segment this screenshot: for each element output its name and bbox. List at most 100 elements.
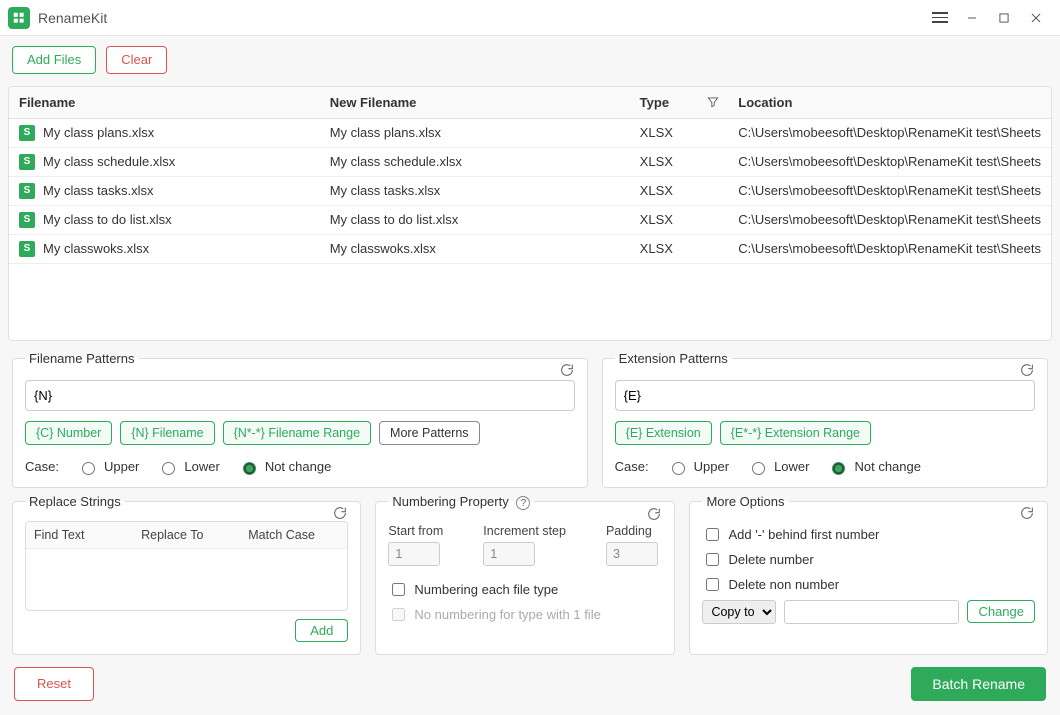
table-row[interactable]: My class tasks.xlsxMy class tasks.xlsxXL… — [9, 176, 1051, 205]
extension-case-lower[interactable]: Lower — [747, 459, 809, 475]
numbering-legend: Numbering Property ? — [388, 494, 534, 511]
col-type-label: Type — [640, 95, 669, 110]
col-filename[interactable]: Filename — [9, 87, 320, 119]
refresh-icon — [646, 506, 662, 522]
minimize-icon — [965, 11, 979, 25]
replace-refresh[interactable] — [332, 505, 350, 523]
app-title: RenameKit — [38, 10, 107, 26]
replace-table: Find Text Replace To Match Case — [25, 521, 348, 611]
padding-label: Padding — [606, 524, 658, 538]
maximize-button[interactable] — [988, 0, 1020, 36]
app-icon — [8, 7, 30, 29]
spreadsheet-icon — [19, 212, 35, 228]
replace-strings-panel: Replace Strings Find Text Replace To Mat… — [12, 494, 361, 656]
extension-patterns-refresh[interactable] — [1019, 362, 1037, 380]
replace-add-button[interactable]: Add — [295, 619, 348, 643]
chip-filename-range[interactable]: {N*-*} Filename Range — [223, 421, 371, 445]
filter-icon[interactable] — [706, 95, 720, 112]
cell-new-filename: My class plans.xlsx — [320, 118, 630, 147]
extension-case-upper[interactable]: Upper — [667, 459, 729, 475]
extension-patterns-panel: Extension Patterns {E} Extension {E*-*} … — [602, 351, 1048, 488]
copy-to-path[interactable] — [784, 600, 959, 624]
cell-new-filename: My class tasks.xlsx — [320, 176, 630, 205]
extension-case-row: Case: Upper Lower Not change — [615, 459, 1035, 475]
filename-patterns-refresh[interactable] — [559, 362, 577, 380]
opt-delete-number[interactable]: Delete number — [702, 550, 1035, 569]
col-new-filename[interactable]: New Filename — [320, 87, 630, 119]
more-refresh[interactable] — [1019, 505, 1037, 523]
file-table: Filename New Filename Type Location My c… — [8, 86, 1052, 341]
filename-pattern-input[interactable] — [25, 380, 575, 411]
reset-button[interactable]: Reset — [14, 667, 94, 701]
copy-to-select[interactable]: Copy to — [702, 600, 776, 624]
cell-filename: My class to do list.xlsx — [43, 212, 172, 227]
cell-new-filename: My class to do list.xlsx — [320, 205, 630, 234]
more-options-panel: More Options Add '-' behind first number… — [689, 494, 1048, 656]
batch-rename-button[interactable]: Batch Rename — [911, 667, 1046, 701]
increment-input[interactable] — [483, 542, 535, 566]
cell-location: C:\Users\mobeesoft\Desktop\RenameKit tes… — [728, 234, 1051, 263]
help-icon[interactable]: ? — [516, 496, 530, 510]
maximize-icon — [997, 11, 1011, 25]
filename-case-notchange[interactable]: Not change — [238, 459, 332, 475]
menu-button[interactable] — [924, 0, 956, 36]
spreadsheet-icon — [19, 154, 35, 170]
table-row[interactable]: My classwoks.xlsxMy classwoks.xlsxXLSXC:… — [9, 234, 1051, 263]
close-icon — [1029, 11, 1043, 25]
numbering-panel: Numbering Property ? Start from Incremen… — [375, 494, 675, 656]
filename-patterns-legend: Filename Patterns — [25, 351, 139, 366]
opt-add-dash[interactable]: Add '-' behind first number — [702, 525, 1035, 544]
cell-filename: My class schedule.xlsx — [43, 154, 175, 169]
filename-patterns-panel: Filename Patterns {C} Number {N} Filenam… — [12, 351, 588, 488]
footer: Reset Batch Rename — [0, 655, 1060, 715]
cell-type: XLSX — [630, 118, 729, 147]
close-button[interactable] — [1020, 0, 1052, 36]
extension-case-notchange[interactable]: Not change — [827, 459, 921, 475]
col-type[interactable]: Type — [630, 87, 729, 119]
cell-filename: My classwoks.xlsx — [43, 241, 149, 256]
chip-number[interactable]: {C} Number — [25, 421, 112, 445]
no-numbering-single[interactable]: No numbering for type with 1 file — [388, 605, 662, 624]
chip-more-patterns[interactable]: More Patterns — [379, 421, 480, 445]
cell-location: C:\Users\mobeesoft\Desktop\RenameKit tes… — [728, 205, 1051, 234]
case-label: Case: — [615, 459, 649, 474]
chip-filename[interactable]: {N} Filename — [120, 421, 214, 445]
spreadsheet-icon — [19, 241, 35, 257]
start-from-input[interactable] — [388, 542, 440, 566]
add-files-button[interactable]: Add Files — [12, 46, 96, 74]
cell-location: C:\Users\mobeesoft\Desktop\RenameKit tes… — [728, 118, 1051, 147]
numbering-each-type[interactable]: Numbering each file type — [388, 580, 662, 599]
refresh-icon — [1019, 362, 1035, 378]
filename-case-lower[interactable]: Lower — [157, 459, 219, 475]
cell-new-filename: My classwoks.xlsx — [320, 234, 630, 263]
cell-location: C:\Users\mobeesoft\Desktop\RenameKit tes… — [728, 147, 1051, 176]
cell-location: C:\Users\mobeesoft\Desktop\RenameKit tes… — [728, 176, 1051, 205]
table-row[interactable]: My class schedule.xlsxMy class schedule.… — [9, 147, 1051, 176]
extension-pattern-input[interactable] — [615, 380, 1035, 411]
start-from-label: Start from — [388, 524, 443, 538]
padding-input[interactable] — [606, 542, 658, 566]
minimize-button[interactable] — [956, 0, 988, 36]
filename-case-row: Case: Upper Lower Not change — [25, 459, 575, 475]
extension-patterns-legend: Extension Patterns — [615, 351, 732, 366]
chip-extension-range[interactable]: {E*-*} Extension Range — [720, 421, 871, 445]
cell-type: XLSX — [630, 147, 729, 176]
titlebar: RenameKit — [0, 0, 1060, 36]
refresh-icon — [559, 362, 575, 378]
opt-delete-nonnumber[interactable]: Delete non number — [702, 575, 1035, 594]
toolbar: Add Files Clear — [0, 36, 1060, 86]
col-location[interactable]: Location — [728, 87, 1051, 119]
refresh-icon — [1019, 505, 1035, 521]
table-row[interactable]: My class to do list.xlsx My class to do l… — [9, 205, 1051, 234]
spreadsheet-icon — [19, 183, 35, 199]
change-path-button[interactable]: Change — [967, 600, 1035, 624]
hamburger-icon — [932, 12, 948, 23]
table-header-row: Filename New Filename Type Location — [9, 87, 1051, 119]
table-row[interactable]: My class plans.xlsxMy class plans.xlsxXL… — [9, 118, 1051, 147]
chip-extension[interactable]: {E} Extension — [615, 421, 712, 445]
replace-col-replace: Replace To — [133, 522, 240, 548]
increment-label: Increment step — [483, 524, 566, 538]
clear-button[interactable]: Clear — [106, 46, 167, 74]
filename-case-upper[interactable]: Upper — [77, 459, 139, 475]
numbering-refresh[interactable] — [646, 506, 664, 524]
